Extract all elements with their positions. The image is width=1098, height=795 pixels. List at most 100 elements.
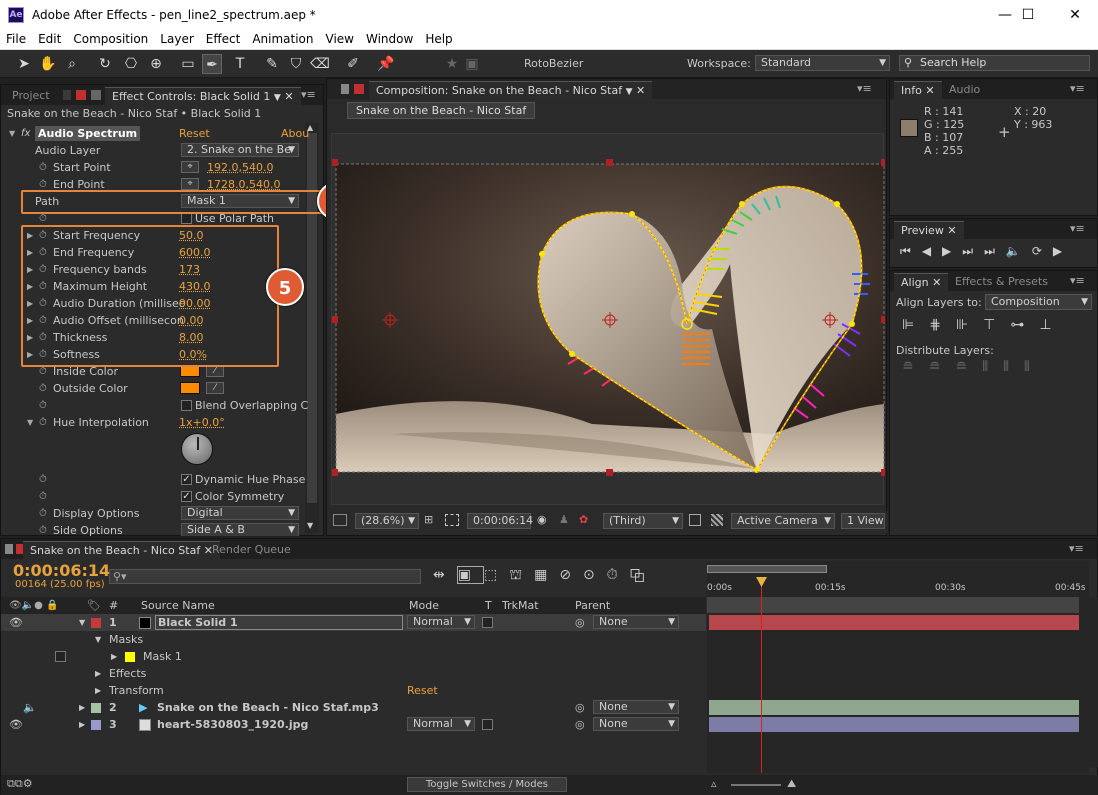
rectangle-tool-icon[interactable]: ▭ (178, 54, 198, 74)
align-right-icon[interactable]: ⊪ (956, 317, 983, 333)
panel-options-icon[interactable]: ▾≡ (857, 82, 872, 95)
menu-edit[interactable]: Edit (32, 30, 67, 46)
current-time-field[interactable]: 0:00:06:14 (467, 513, 533, 529)
blend-overlapping-checkbox[interactable] (181, 400, 192, 411)
loop-icon[interactable]: ⟳ (1032, 244, 1053, 258)
tab-project[interactable]: Project (5, 87, 57, 105)
parent-dropdown[interactable]: None ▼ (593, 717, 679, 731)
snapshot-icon[interactable]: ◉ (537, 513, 547, 526)
time-graph[interactable]: 0:00s 00:15s 00:30s 00:45s (707, 561, 1089, 773)
playhead-icon[interactable] (756, 577, 767, 587)
clone-stamp-tool-icon[interactable]: ⛉ (286, 54, 306, 74)
mode-dropdown[interactable]: Normal ▼ (407, 717, 475, 731)
live-update-icon[interactable]: ⧉ (630, 567, 657, 583)
toggle-mask-icon[interactable] (445, 514, 459, 526)
views-dropdown[interactable]: 1 View (841, 513, 885, 529)
resolution-dropdown[interactable]: (Third) ▼ (603, 513, 683, 529)
stopwatch-icon[interactable]: ⏱ (39, 380, 47, 397)
transform-reset[interactable]: Reset (407, 682, 438, 699)
crosshair-icon[interactable]: ⌖ (181, 161, 199, 173)
menu-effect[interactable]: Effect (200, 30, 247, 46)
zoom-in-icon[interactable]: ⛰ (787, 777, 796, 791)
region-of-interest-icon[interactable] (689, 514, 701, 526)
draft-3d-icon[interactable]: ▣ (456, 566, 484, 584)
play-icon[interactable]: ▶ (942, 244, 962, 258)
audio-icon[interactable]: 🔈 (1006, 244, 1032, 258)
grid-icon[interactable]: ⊞ (424, 513, 433, 526)
type-tool-icon[interactable]: T (230, 54, 250, 74)
align-vcenter-icon[interactable]: ⊶ (1010, 317, 1039, 333)
comp-mini-flowchart-icon[interactable]: ⇹ (433, 567, 457, 583)
motion-blur-icon[interactable]: ▦ (534, 567, 559, 583)
last-frame-icon[interactable]: ⏭ (984, 244, 1006, 258)
start-point-value[interactable]: 192.0,540.0 (207, 159, 273, 176)
comp-viewer[interactable] (331, 133, 885, 505)
color-symmetry-checkbox[interactable]: ✓ (181, 491, 192, 502)
menu-animation[interactable]: Animation (246, 30, 319, 46)
stopwatch-icon[interactable]: ⏱ (39, 159, 47, 176)
align-bottom-icon[interactable]: ⊥ (1039, 317, 1066, 333)
stopwatch-icon[interactable]: ⏱ (607, 567, 630, 583)
audio-layer-dropdown[interactable]: 2. Snake on the Be ▼ (181, 143, 299, 157)
zoom-tool-icon[interactable]: ⌕ (62, 54, 82, 74)
brush-tool-icon[interactable]: ✎ (262, 54, 282, 74)
tab-effects-presets[interactable]: Effects & Presets (948, 273, 1055, 291)
stopwatch-icon[interactable]: ⏱ (39, 414, 47, 431)
graph-editor-icon[interactable]: ⊙ (583, 567, 607, 583)
parent-dropdown[interactable]: None ▼ (593, 700, 679, 714)
distribute-left-icon[interactable]: ⫴ (982, 359, 1003, 375)
tab-preview[interactable]: Preview ✕ (894, 221, 964, 239)
pan-behind-tool-icon[interactable]: ⊕ (146, 54, 166, 74)
outside-color-swatch[interactable] (180, 382, 200, 394)
timeline-timecode[interactable]: 0:00:06:14 (13, 561, 110, 580)
search-help-input[interactable]: ⚲ Search Help (899, 55, 1090, 71)
parent-dropdown[interactable]: None ▼ (593, 615, 679, 629)
prev-frame-icon[interactable]: ◀ (922, 244, 942, 258)
about-link[interactable]: Abou (281, 125, 309, 142)
align-left-icon[interactable]: ⊫ (902, 317, 929, 333)
eyedropper-icon[interactable]: ⁄ (206, 382, 224, 394)
frame-blending-icon[interactable]: ⛫ (509, 567, 534, 583)
timeline-search-input[interactable]: ⚲▾ (109, 569, 421, 584)
eraser-tool-icon[interactable]: ⌫ (310, 54, 330, 74)
tab-info[interactable]: Info ✕ (894, 81, 942, 99)
menu-file[interactable]: File (0, 30, 32, 46)
col-source-name[interactable]: Source Name (141, 597, 215, 614)
display-options-dropdown[interactable]: Digital ▼ (181, 506, 299, 520)
menu-view[interactable]: View (320, 30, 360, 46)
menu-composition[interactable]: Composition (67, 30, 154, 46)
next-frame-icon[interactable]: ⏭ (962, 244, 984, 258)
comp-subtab[interactable]: Snake on the Beach - Nico Staf (347, 102, 536, 119)
camera-tool-icon[interactable]: ⎔ (121, 54, 141, 74)
ram-preview-icon[interactable]: ▶ (1053, 244, 1073, 258)
always-preview-icon[interactable] (333, 514, 347, 526)
mode-dropdown[interactable]: Normal ▼ (407, 615, 475, 629)
axis-mode-icon[interactable]: ▣ (462, 54, 482, 74)
layer-name[interactable]: Black Solid 1 (155, 615, 403, 630)
stopwatch-icon[interactable]: ⏱ (39, 471, 47, 488)
zoom-slider[interactable] (731, 784, 781, 786)
pen-tool-icon[interactable]: ✒ (202, 54, 222, 74)
workspace-dropdown[interactable]: Standard ▼ (755, 55, 890, 71)
panel-options-icon[interactable]: ▾≡ (1070, 82, 1085, 95)
close-button[interactable]: ✕ (1060, 4, 1090, 26)
hand-tool-icon[interactable]: ✋ (38, 54, 58, 74)
panel-options-icon[interactable]: ▾≡ (301, 88, 316, 101)
stopwatch-icon[interactable]: ⏱ (39, 397, 47, 414)
tab-audio[interactable]: Audio (942, 81, 987, 99)
channel-icon[interactable]: ✿ (579, 513, 588, 526)
layer-row[interactable]: 👁 ▶ 3 heart-5830803_1920.jpg Normal ▼ ◎ N… (1, 716, 706, 733)
rotate-tool-icon[interactable]: ↻ (95, 54, 115, 74)
mask1-label[interactable]: Mask 1 (143, 648, 182, 665)
distribute-right-icon[interactable]: ⫴ (1024, 359, 1045, 375)
panel-options-icon[interactable]: ▾≡ (1070, 222, 1085, 235)
selection-tool-icon[interactable]: ➤ (14, 54, 34, 74)
stopwatch-icon[interactable]: ⏱ (39, 505, 47, 522)
distribute-bottom-icon[interactable]: ≘ (955, 359, 982, 375)
reset-link[interactable]: Reset (179, 125, 210, 142)
tab-effect-controls[interactable]: Effect Controls: Black Solid 1 ▼ ✕ (105, 87, 301, 105)
layer-switches-icon[interactable]: ⧉⧉⚙ (7, 777, 33, 791)
hide-shy-icon[interactable]: ⬚ (484, 567, 509, 583)
menu-window[interactable]: Window (360, 30, 419, 46)
maximize-button[interactable]: ☐ (1013, 4, 1043, 26)
